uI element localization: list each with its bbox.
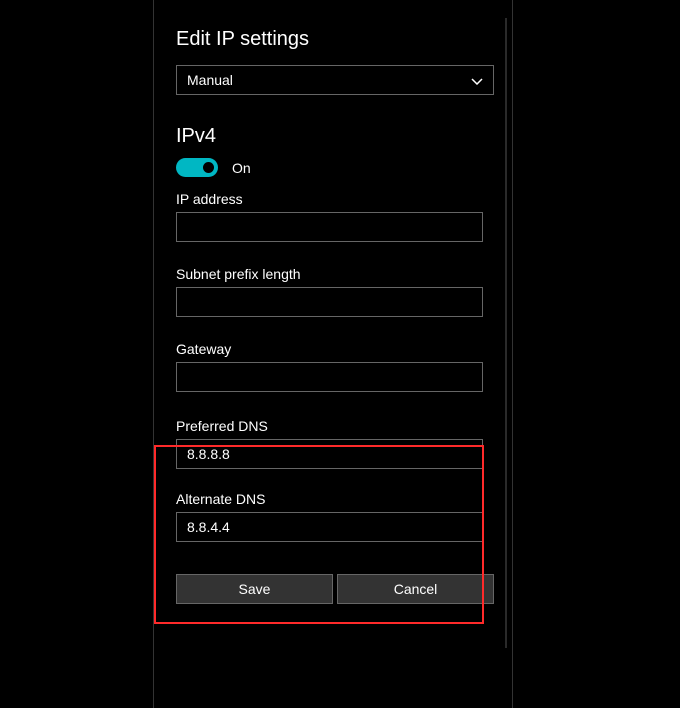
ipv4-heading: IPv4 <box>176 125 494 148</box>
ip-address-label: IP address <box>176 191 494 207</box>
alternate-dns-label: Alternate DNS <box>176 491 494 507</box>
ip-address-input[interactable] <box>176 212 483 242</box>
gateway-label: Gateway <box>176 341 494 357</box>
ipv4-toggle-row: On <box>176 158 494 177</box>
page-title: Edit IP settings <box>176 28 494 51</box>
ipv4-toggle-label: On <box>232 160 251 176</box>
save-button[interactable]: Save <box>176 574 333 604</box>
scrollbar[interactable] <box>505 18 507 648</box>
alternate-dns-input[interactable] <box>176 512 483 542</box>
cancel-button[interactable]: Cancel <box>337 574 494 604</box>
preferred-dns-input[interactable] <box>176 439 483 469</box>
subnet-prefix-input[interactable] <box>176 287 483 317</box>
mode-select-value: Manual <box>187 72 233 88</box>
dialog-buttons: Save Cancel <box>176 574 494 604</box>
ip-settings-panel: Edit IP settings Manual IPv4 On IP addre… <box>153 0 513 708</box>
subnet-prefix-label: Subnet prefix length <box>176 266 494 282</box>
preferred-dns-label: Preferred DNS <box>176 418 494 434</box>
ipv4-toggle[interactable] <box>176 158 218 177</box>
chevron-down-icon <box>471 72 483 88</box>
mode-select[interactable]: Manual <box>176 65 494 95</box>
gateway-input[interactable] <box>176 362 483 392</box>
